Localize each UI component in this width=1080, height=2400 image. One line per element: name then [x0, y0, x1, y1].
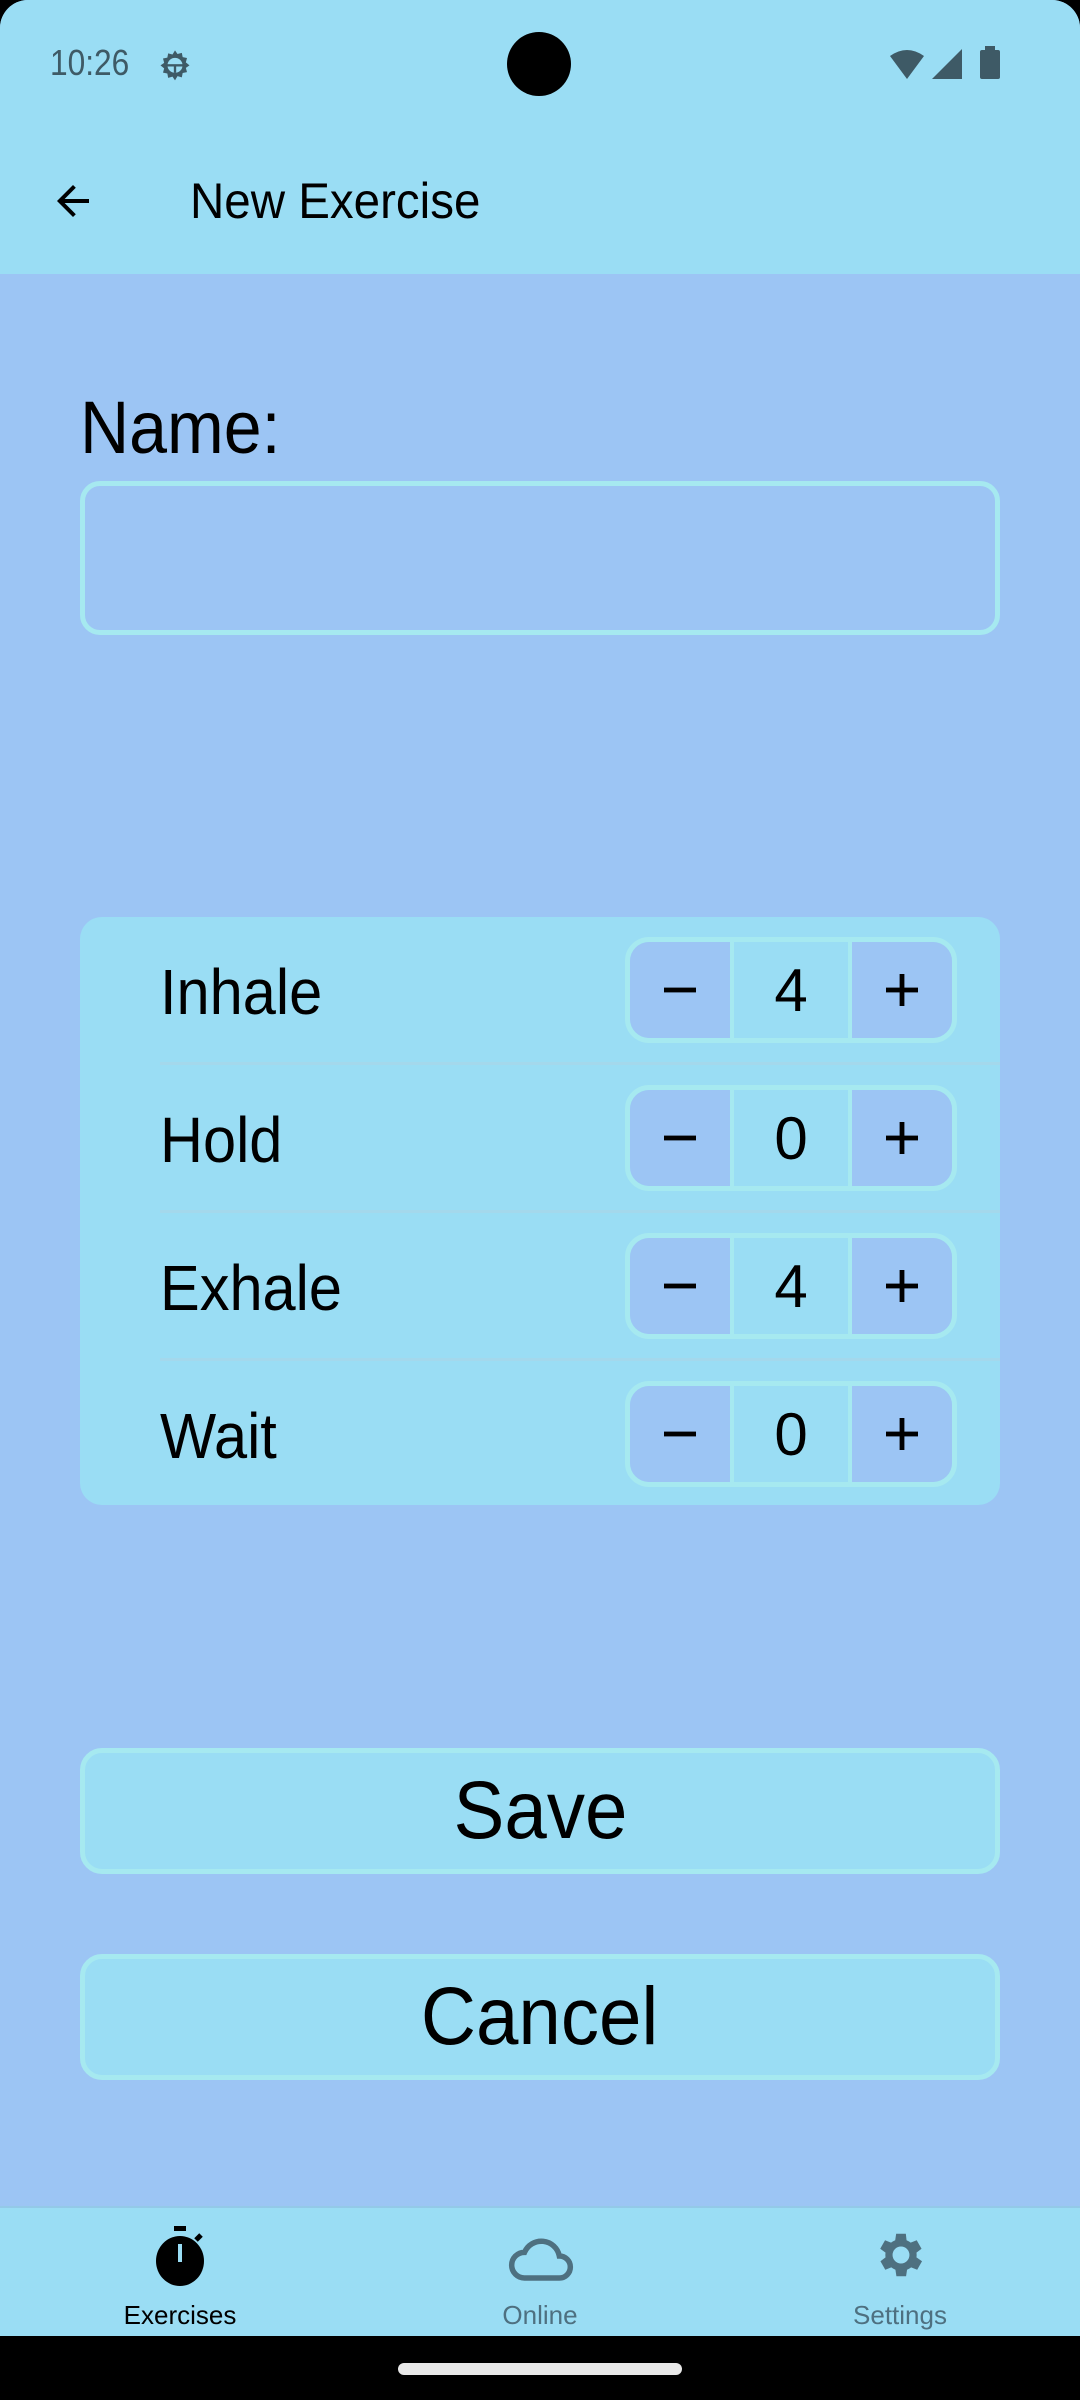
decrement-button[interactable]: [630, 1386, 730, 1482]
decrement-button[interactable]: [630, 942, 730, 1038]
nav-item-exercises[interactable]: Exercises: [0, 2208, 360, 2336]
top-app-bar: 10:26 New Exercise: [0, 0, 1080, 274]
plus-icon: [886, 1418, 918, 1450]
stepper-value: 4: [730, 942, 852, 1038]
cancel-button[interactable]: Cancel: [80, 1954, 1000, 2080]
stepper-value: 4: [730, 1238, 852, 1334]
name-field[interactable]: [80, 481, 1000, 635]
phase-label: Wait: [160, 1400, 277, 1472]
gear-icon: [880, 2233, 923, 2277]
cellular-signal-icon: [932, 49, 962, 79]
plus-icon: [886, 974, 918, 1006]
name-label: Name:: [80, 386, 281, 469]
phase-row-inhale: Inhale 4: [80, 917, 1000, 1065]
camera-cutout: [507, 32, 571, 96]
save-label: Save: [453, 1765, 627, 1856]
cancel-label: Cancel: [421, 1971, 659, 2062]
minus-icon: [664, 1135, 696, 1141]
status-time: 10:26: [50, 42, 130, 83]
minus-icon: [664, 1431, 696, 1437]
name-input[interactable]: [85, 486, 995, 630]
settings-gear-icon: [160, 50, 190, 81]
inhale-stepper: 4: [625, 937, 957, 1043]
plus-icon: [886, 1270, 918, 1302]
exhale-stepper: 4: [625, 1233, 957, 1339]
bottom-navigation: Exercises Online Settings: [0, 2206, 1080, 2336]
battery-icon: [980, 46, 1000, 79]
increment-button[interactable]: [852, 942, 952, 1038]
stopwatch-icon: [156, 2226, 204, 2286]
phase-label: Exhale: [160, 1252, 342, 1324]
phase-row-hold: Hold 0: [80, 1065, 1000, 1213]
minus-icon: [664, 1283, 696, 1289]
nav-label: Exercises: [123, 2300, 237, 2330]
increment-button[interactable]: [852, 1386, 952, 1482]
decrement-button[interactable]: [630, 1238, 730, 1334]
status-icons: [890, 46, 1000, 79]
phase-settings-card: Inhale 4 Hold 0 Exhale 4 Wait 0: [80, 917, 1000, 1505]
phase-label: Inhale: [160, 956, 323, 1028]
increment-button[interactable]: [852, 1090, 952, 1186]
phase-label: Hold: [160, 1104, 283, 1176]
decrement-button[interactable]: [630, 1090, 730, 1186]
nav-item-online[interactable]: Online: [360, 2208, 720, 2336]
wifi-icon: [890, 50, 924, 79]
nav-label: Settings: [853, 2300, 947, 2330]
hold-stepper: 0: [625, 1085, 957, 1191]
arrow-left-icon: [57, 185, 89, 217]
nav-label: Online: [502, 2300, 578, 2330]
stepper-value: 0: [730, 1386, 852, 1482]
back-button[interactable]: [40, 168, 106, 234]
minus-icon: [664, 987, 696, 993]
cloud-icon: [508, 2238, 574, 2281]
screen: 10:26 New Exercise Name: Inhale 4 Hold 0…: [0, 0, 1080, 2336]
gesture-home-bar[interactable]: [398, 2363, 682, 2375]
plus-icon: [886, 1122, 918, 1154]
wait-stepper: 0: [625, 1381, 957, 1487]
stepper-value: 0: [730, 1090, 852, 1186]
nav-item-settings[interactable]: Settings: [720, 2208, 1080, 2336]
phase-row-exhale: Exhale 4: [80, 1213, 1000, 1361]
save-button[interactable]: Save: [80, 1748, 1000, 1874]
phase-row-wait: Wait 0: [80, 1361, 1000, 1509]
increment-button[interactable]: [852, 1238, 952, 1334]
page-title: New Exercise: [190, 173, 481, 229]
